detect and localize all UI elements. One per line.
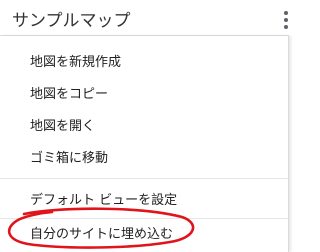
map-menu-screenshot: サンプルマップ 地図を新規作成 地図をコピー 地図を開く ゴミ箱に移動 デフォル… xyxy=(0,0,294,252)
map-options-menu: 地図を新規作成 地図をコピー 地図を開く ゴミ箱に移動 デフォルト ビューを設定… xyxy=(0,36,289,252)
menu-divider xyxy=(0,178,288,179)
menu-item-label: ゴミ箱に移動 xyxy=(30,151,109,166)
menu-item-label: 地図をコピー xyxy=(30,87,109,102)
dot xyxy=(284,25,288,29)
more-vert-icon[interactable] xyxy=(279,9,293,33)
menu-item-label: デフォルト ビューを設定 xyxy=(30,193,178,208)
menu-item-label: 地図を新規作成 xyxy=(30,55,122,70)
menu-divider xyxy=(0,218,288,219)
menu-item-new-map[interactable]: 地図を新規作成 xyxy=(0,48,288,78)
menu-item-embed-on-site[interactable]: 自分のサイトに埋め込む xyxy=(0,220,288,250)
dot xyxy=(284,18,288,22)
menu-item-label: 地図を開く xyxy=(30,119,96,134)
menu-item-move-to-trash[interactable]: ゴミ箱に移動 xyxy=(0,144,288,174)
menu-item-label: 自分のサイトに埋め込む xyxy=(30,227,174,242)
menu-item-copy-map[interactable]: 地図をコピー xyxy=(0,80,288,110)
map-title: サンプルマップ xyxy=(12,11,131,31)
dot xyxy=(284,11,288,15)
map-header: サンプルマップ xyxy=(0,0,294,36)
menu-item-set-default-view[interactable]: デフォルト ビューを設定 xyxy=(0,186,288,216)
menu-item-open-map[interactable]: 地図を開く xyxy=(0,112,288,142)
